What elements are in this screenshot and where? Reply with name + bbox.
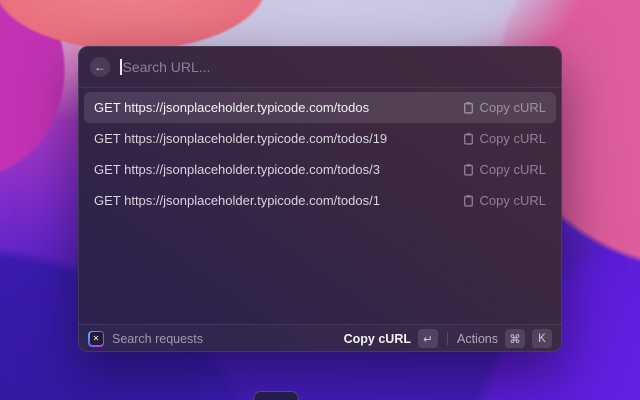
- clipboard-icon: [462, 194, 475, 207]
- list-item[interactable]: GET https://jsonplaceholder.typicode.com…: [84, 123, 556, 154]
- extension-app-icon: ✕: [88, 330, 104, 347]
- list-item[interactable]: GET https://jsonplaceholder.typicode.com…: [84, 185, 556, 216]
- primary-action-button[interactable]: Copy cURL ↵: [344, 329, 438, 348]
- cmd-key-badge: ⌘: [505, 329, 525, 348]
- request-url: GET https://jsonplaceholder.typicode.com…: [94, 193, 380, 208]
- back-arrow-icon: ←: [94, 59, 106, 74]
- desktop: { "window": { "search": { "placeholder":…: [0, 0, 640, 400]
- footer-bar: ✕ Search requests Copy cURL ↵ Actions ⌘ …: [78, 324, 562, 352]
- dock-hint: [253, 391, 299, 400]
- accessory-label: Copy cURL: [479, 131, 546, 146]
- back-button[interactable]: ←: [90, 56, 110, 77]
- extension-app-icon-glyph: ✕: [89, 332, 103, 345]
- search-field-wrap: [120, 58, 550, 75]
- k-key-badge: K: [532, 329, 552, 348]
- actions-menu-label: Actions: [457, 331, 498, 346]
- accessory-label: Copy cURL: [479, 193, 546, 208]
- clipboard-icon: [462, 163, 475, 176]
- list-item[interactable]: GET https://jsonplaceholder.typicode.com…: [84, 154, 556, 185]
- text-caret: [120, 58, 122, 75]
- request-url: GET https://jsonplaceholder.typicode.com…: [94, 100, 370, 115]
- primary-action-label: Copy cURL: [343, 331, 411, 346]
- command-palette-window: ← GET https://jsonplaceholder.typicode.c…: [78, 46, 562, 352]
- footer-separator: [447, 332, 448, 345]
- footer-command-title: Search requests: [112, 331, 204, 346]
- actions-menu-button[interactable]: Actions ⌘ K: [457, 329, 552, 348]
- row-accessory: Copy cURL: [462, 131, 546, 146]
- accessory-label: Copy cURL: [479, 100, 546, 115]
- footer-actions: Copy cURL ↵ Actions ⌘ K: [344, 329, 552, 348]
- clipboard-icon: [462, 132, 475, 145]
- request-list: GET https://jsonplaceholder.typicode.com…: [78, 88, 562, 324]
- request-url: GET https://jsonplaceholder.typicode.com…: [94, 162, 380, 177]
- request-url: GET https://jsonplaceholder.typicode.com…: [94, 131, 388, 146]
- accessory-label: Copy cURL: [479, 162, 546, 177]
- row-accessory: Copy cURL: [462, 193, 546, 208]
- enter-key-badge: ↵: [418, 329, 438, 348]
- search-input[interactable]: [122, 58, 550, 75]
- list-item[interactable]: GET https://jsonplaceholder.typicode.com…: [84, 92, 556, 123]
- row-accessory: Copy cURL: [462, 162, 546, 177]
- row-accessory: Copy cURL: [462, 100, 546, 115]
- clipboard-icon: [462, 101, 475, 114]
- search-bar: ←: [78, 46, 562, 88]
